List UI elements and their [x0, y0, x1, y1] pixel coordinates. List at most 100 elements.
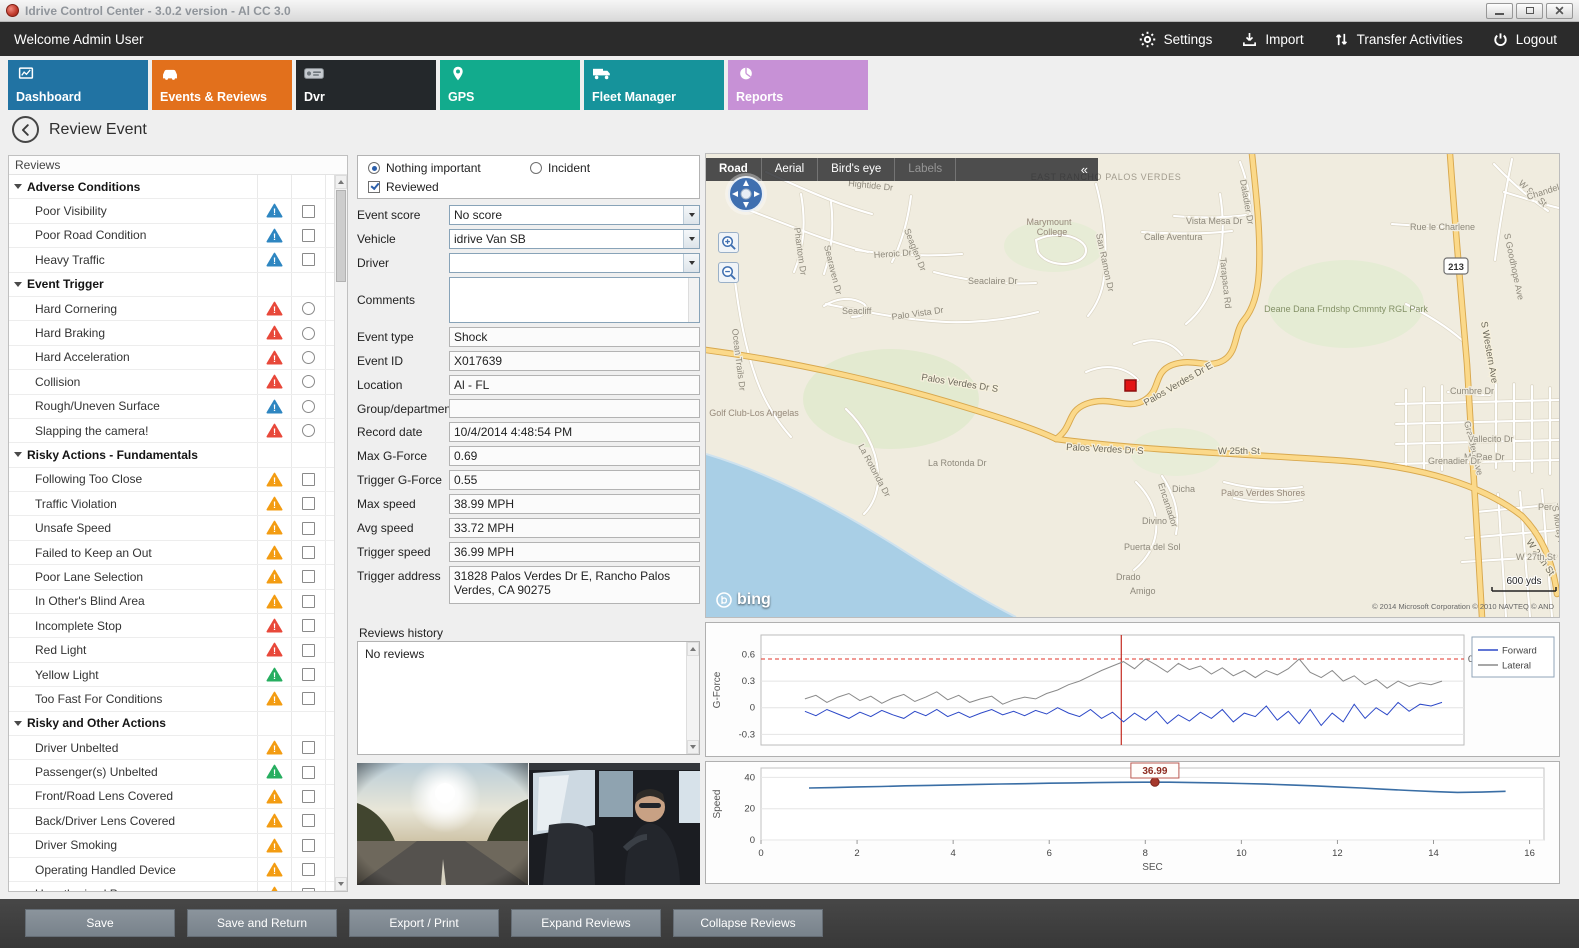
review-item-driver-unbelted[interactable]: Driver Unbelted!	[9, 736, 334, 760]
review-item-unauthorized-passenger[interactable]: Unauthorized Passenger!	[9, 882, 334, 891]
comments-textarea[interactable]	[449, 277, 700, 323]
review-item-incomplete-stop[interactable]: Incomplete Stop!	[9, 614, 334, 638]
trigger-address-field[interactable]: 31828 Palos Verdes Dr E, Rancho Palos Ve…	[449, 566, 700, 604]
map[interactable]: EAST RANCHO PALOS VERDESMarymountCollege…	[705, 153, 1560, 618]
checkbox[interactable]	[302, 595, 315, 608]
scroll-down-icon[interactable]	[335, 877, 347, 891]
radio-incident[interactable]: Incident	[530, 161, 590, 175]
checkbox[interactable]	[302, 229, 315, 242]
reviews-scrollbar[interactable]	[334, 175, 347, 891]
review-item-passenger-s-unbelted[interactable]: Passenger(s) Unbelted!	[9, 760, 334, 784]
review-item-poor-visibility[interactable]: Poor Visibility!	[9, 199, 334, 223]
review-item-rough-uneven-surface[interactable]: Rough/Uneven Surface!	[9, 395, 334, 419]
location-field[interactable]: Al - FL	[449, 375, 700, 395]
event-type-field[interactable]: Shock	[449, 327, 700, 347]
trigger-g-force-field[interactable]: 0.55	[449, 470, 700, 490]
checkbox[interactable]	[302, 741, 315, 754]
maximize-button[interactable]	[1516, 3, 1543, 19]
menu-import-button[interactable]: Import	[1242, 32, 1303, 47]
event-id-field[interactable]: X017639	[449, 351, 700, 371]
zoom-out-button[interactable]	[718, 262, 739, 283]
checkbox[interactable]	[302, 546, 315, 559]
review-item-hard-acceleration[interactable]: Hard Acceleration!	[9, 346, 334, 370]
avg-speed-field[interactable]: 33.72 MPH	[449, 518, 700, 538]
tab-events[interactable]: Events & Reviews	[152, 60, 292, 110]
checkbox[interactable]	[302, 863, 315, 876]
max-g-force-field[interactable]: 0.69	[449, 446, 700, 466]
group-department-field[interactable]	[449, 399, 700, 418]
review-item-red-light[interactable]: Red Light!	[9, 638, 334, 662]
textarea-scrollbar[interactable]	[688, 278, 699, 322]
minimize-button[interactable]	[1486, 3, 1513, 19]
review-item-heavy-traffic[interactable]: Heavy Traffic!	[9, 248, 334, 272]
front-camera-thumbnail[interactable]	[357, 763, 528, 885]
tab-fleet[interactable]: Fleet Manager	[584, 60, 724, 110]
review-group-risky-actions-fundamentals[interactable]: Risky Actions - Fundamentals	[9, 443, 334, 467]
expand-reviews-button[interactable]: Expand Reviews	[511, 909, 661, 937]
checkbox[interactable]	[302, 522, 315, 535]
scroll-down-icon[interactable]	[687, 740, 699, 754]
zoom-in-button[interactable]	[718, 232, 739, 253]
collapse-arrow-icon[interactable]	[9, 452, 27, 457]
review-item-failed-to-keep-an-out[interactable]: Failed to Keep an Out!	[9, 541, 334, 565]
checkbox[interactable]	[302, 888, 315, 891]
menu-transfer-button[interactable]: Transfer Activities	[1334, 32, 1463, 47]
review-item-yellow-light[interactable]: Yellow Light!	[9, 663, 334, 687]
checkbox-reviewed[interactable]: Reviewed	[368, 180, 439, 194]
review-item-back-driver-lens-covered[interactable]: Back/Driver Lens Covered!	[9, 809, 334, 833]
tab-dvr[interactable]: Dvr	[296, 60, 436, 110]
checkbox[interactable]	[302, 473, 315, 486]
vehicle-select[interactable]: idrive Van SB	[449, 229, 700, 249]
scroll-up-icon[interactable]	[687, 642, 699, 656]
radio-nothing-important[interactable]: Nothing important	[368, 161, 481, 175]
review-item-driver-smoking[interactable]: Driver Smoking!	[9, 834, 334, 858]
radio-button[interactable]	[302, 351, 315, 364]
checkbox[interactable]	[302, 205, 315, 218]
tab-dashboard[interactable]: Dashboard	[8, 60, 148, 110]
review-item-following-too-close[interactable]: Following Too Close!	[9, 468, 334, 492]
review-item-in-other-s-blind-area[interactable]: In Other's Blind Area!	[9, 590, 334, 614]
menu-settings-button[interactable]: Settings	[1139, 31, 1213, 48]
review-group-event-trigger[interactable]: Event Trigger	[9, 273, 334, 297]
menu-logout-button[interactable]: Logout	[1493, 32, 1557, 47]
collapse-reviews-button[interactable]: Collapse Reviews	[673, 909, 823, 937]
map-style-bird-s-eye[interactable]: Bird's eye	[818, 158, 895, 181]
review-group-risky-and-other-actions[interactable]: Risky and Other Actions	[9, 712, 334, 736]
driver-select[interactable]	[449, 253, 700, 273]
checkbox[interactable]	[302, 766, 315, 779]
max-speed-field[interactable]: 38.99 MPH	[449, 494, 700, 514]
review-item-unsafe-speed[interactable]: Unsafe Speed!	[9, 516, 334, 540]
radio-button[interactable]	[302, 424, 315, 437]
checkbox[interactable]	[302, 790, 315, 803]
history-scrollbar[interactable]	[686, 642, 699, 754]
back-button[interactable]	[12, 116, 39, 143]
checkbox[interactable]	[302, 692, 315, 705]
map-style-labels[interactable]: Labels	[895, 158, 956, 181]
checkbox[interactable]	[302, 619, 315, 632]
review-item-front-road-lens-covered[interactable]: Front/Road Lens Covered!	[9, 785, 334, 809]
trigger-speed-field[interactable]: 36.99 MPH	[449, 542, 700, 562]
review-item-hard-braking[interactable]: Hard Braking!	[9, 321, 334, 345]
save-button[interactable]: Save	[25, 909, 175, 937]
map-style-aerial[interactable]: Aerial	[762, 158, 818, 181]
event-score-select[interactable]: No score	[449, 205, 700, 225]
record-date-field[interactable]: 10/4/2014 4:48:54 PM	[449, 422, 700, 442]
checkbox[interactable]	[302, 497, 315, 510]
review-group-adverse-conditions[interactable]: Adverse Conditions	[9, 175, 334, 199]
radio-button[interactable]	[302, 327, 315, 340]
checkbox[interactable]	[302, 839, 315, 852]
review-item-poor-road-condition[interactable]: Poor Road Condition!	[9, 224, 334, 248]
review-item-hard-cornering[interactable]: Hard Cornering!	[9, 297, 334, 321]
collapse-arrow-icon[interactable]	[9, 282, 27, 287]
checkbox[interactable]	[302, 644, 315, 657]
radio-button[interactable]	[302, 302, 315, 315]
review-item-collision[interactable]: Collision!	[9, 370, 334, 394]
scrollbar-thumb[interactable]	[336, 190, 346, 282]
radio-button[interactable]	[302, 400, 315, 413]
review-item-traffic-violation[interactable]: Traffic Violation!	[9, 492, 334, 516]
cabin-camera-thumbnail[interactable]	[529, 763, 700, 885]
collapse-arrow-icon[interactable]	[9, 184, 27, 189]
tab-reports[interactable]: Reports	[728, 60, 868, 110]
checkbox[interactable]	[302, 668, 315, 681]
review-item-poor-lane-selection[interactable]: Poor Lane Selection!	[9, 565, 334, 589]
